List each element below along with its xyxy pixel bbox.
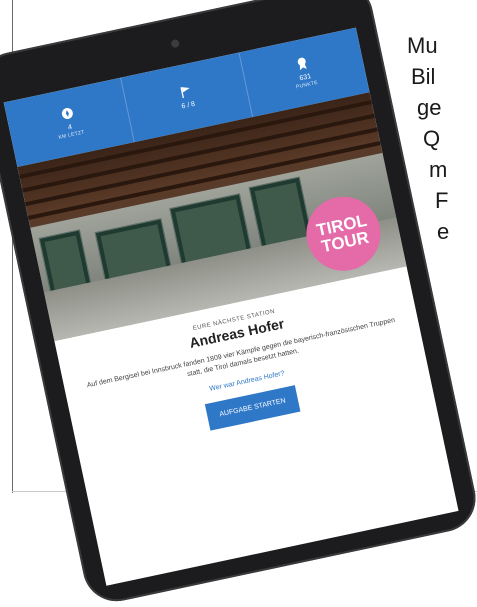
app-screen: 4 KM LETZT 6 / 8 631 PUNKTE TIROL TOUR E… (3, 27, 459, 586)
compass-icon (61, 108, 73, 120)
start-task-button[interactable]: AUFGABE STARTEN (204, 385, 301, 431)
caption-line: Bil (411, 64, 436, 89)
stat-value: 6 / 8 (180, 100, 196, 111)
camera-icon (170, 38, 180, 49)
caption-line: Mu (407, 33, 438, 58)
tablet-device: 4 KM LETZT 6 / 8 631 PUNKTE TIROL TOUR E… (0, 0, 477, 607)
caption-line: ge (417, 95, 442, 120)
side-caption-text: Mu Bil ge Q m F e (407, 30, 477, 247)
stat-label: KM LETZT (57, 129, 86, 141)
flag-icon (180, 87, 190, 99)
caption-line: F (435, 188, 449, 213)
medal-icon (298, 57, 308, 71)
stat-label: PUNKTE (295, 79, 319, 91)
caption-line: m (429, 157, 448, 182)
caption-line: Q (423, 126, 441, 151)
